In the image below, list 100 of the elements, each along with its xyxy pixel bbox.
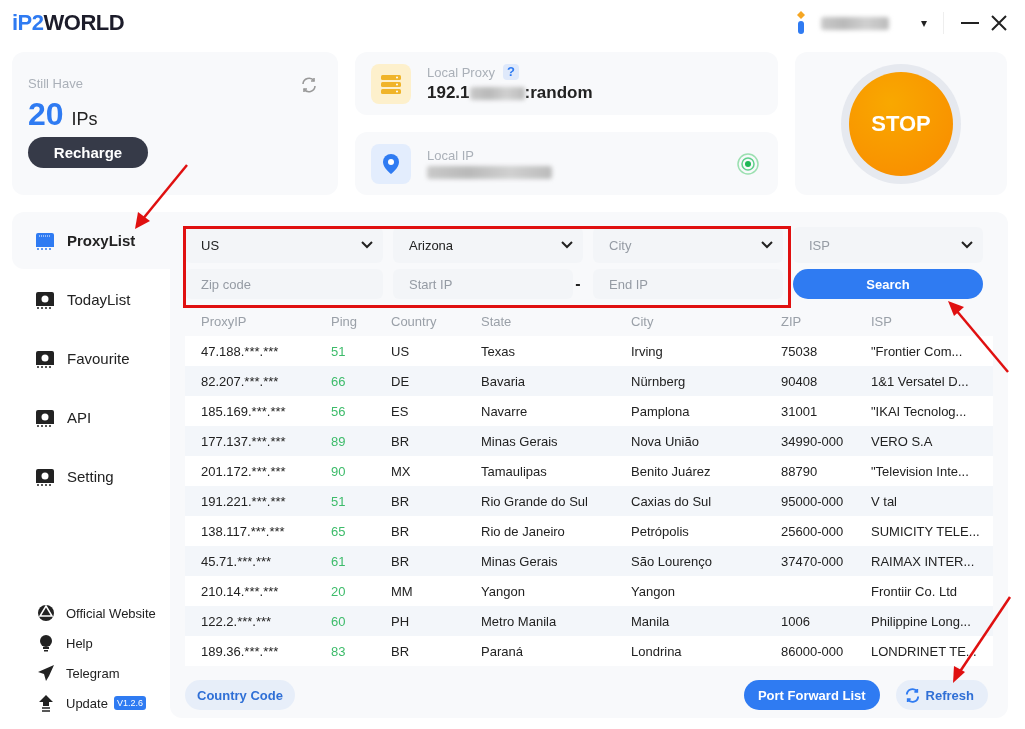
table-cell-text: Navarre xyxy=(481,403,529,419)
blurred-username xyxy=(821,16,889,30)
table-cell-text: 185.169.***.*** xyxy=(201,403,287,419)
range-dash: - xyxy=(574,275,582,293)
table-cell-text: "Television Inte... xyxy=(871,463,970,479)
table-cell-text: Caxias do Sul xyxy=(631,493,713,509)
sidebar-item[interactable]: Favourite xyxy=(12,330,170,387)
recharge-button[interactable]: Recharge xyxy=(28,137,148,168)
account-dropdown[interactable]: ▾ xyxy=(921,16,927,30)
table-cell-text: 210.14.***.*** xyxy=(201,583,280,599)
refresh-button[interactable]: Refresh xyxy=(895,680,988,710)
refresh-icon xyxy=(903,686,921,704)
start-ip-field[interactable]: Start IP xyxy=(393,269,573,299)
table-cell-text: 83 xyxy=(331,643,347,659)
country-code-button[interactable]: Country Code xyxy=(185,680,295,710)
table-cell-text: 66 xyxy=(331,373,347,389)
sidebar-link[interactable]: Update xyxy=(12,694,108,712)
table-cell-text: Rio Grande do Sul xyxy=(481,493,589,509)
zip-code-field[interactable]: Zip code xyxy=(185,269,383,299)
chevron-down-icon xyxy=(560,240,574,250)
table-cell-text: 1&1 Versatel D... xyxy=(871,373,970,389)
location-pin-icon xyxy=(382,152,400,175)
dropdown-field[interactable]: US xyxy=(185,227,383,263)
table-cell-text: Yangon xyxy=(631,583,676,599)
local-proxy-label: Local Proxy xyxy=(427,64,495,80)
table-cell-text: Rio de Janeiro xyxy=(481,523,566,539)
end-ip-field[interactable]: End IP xyxy=(593,269,783,299)
table-cell-text: 177.137.***.*** xyxy=(201,433,287,449)
proxy-address-start: 192.1 xyxy=(427,83,470,103)
table-cell-text: 201.172.***.*** xyxy=(201,463,287,479)
version-badge: V1.2.6 xyxy=(113,696,146,710)
card-icon xyxy=(35,467,55,486)
table-cell-text: Minas Gerais xyxy=(481,433,559,449)
blurred-address xyxy=(469,86,525,100)
table-cell-text: Minas Gerais xyxy=(481,553,559,569)
table-cell-text: Londrina xyxy=(631,643,683,659)
table-cell-text: Petrópolis xyxy=(631,523,690,539)
table-cell-text: Tamaulipas xyxy=(481,463,548,479)
table-cell-text: 95000-000 xyxy=(781,493,845,509)
sidebar-link[interactable]: Help xyxy=(12,634,93,652)
table-cell-text: 51 xyxy=(331,493,347,509)
table-cell-text: 88790 xyxy=(781,463,819,479)
table-cell-text: Paraná xyxy=(481,643,524,659)
table-cell-text: 65 xyxy=(331,523,347,539)
table-cell-text: 191.221.***.*** xyxy=(201,493,287,509)
upload-icon xyxy=(37,694,55,712)
table-cell-text: Benito Juárez xyxy=(631,463,712,479)
table-cell-text: 89 xyxy=(331,433,347,449)
table-cell-text: SUMICITY TELE... xyxy=(871,523,981,539)
card-icon xyxy=(35,408,55,427)
table-cell-text: DE xyxy=(391,373,411,389)
column-header: City xyxy=(631,313,655,329)
close-icon[interactable] xyxy=(990,14,1008,32)
table-cell-text: 90408 xyxy=(781,373,819,389)
table-cell-text: 56 xyxy=(331,403,347,419)
table-cell-text: PH xyxy=(391,613,411,629)
table-cell-text: VERO S.A xyxy=(871,433,934,449)
table-cell-text: "Frontier Com... xyxy=(871,343,964,359)
sidebar-item[interactable]: ProxyList xyxy=(12,212,170,269)
table-cell-text: Philippine Long... xyxy=(871,613,972,629)
table-cell-text: Nürnberg xyxy=(631,373,687,389)
table-cell-text: BR xyxy=(391,493,411,509)
sidebar-item[interactable]: Setting xyxy=(12,448,170,505)
table-cell-text: Texas xyxy=(481,343,516,359)
table-cell-text: 61 xyxy=(331,553,347,569)
table-cell-text: 60 xyxy=(331,613,347,629)
table-cell-text: 45.71.***.*** xyxy=(201,553,273,569)
server-icon xyxy=(380,72,402,95)
dropdown-field[interactable]: Arizona xyxy=(393,227,583,263)
table-cell-text: 25600-000 xyxy=(781,523,845,539)
table-cell-text: 47.188.***.*** xyxy=(201,343,280,359)
signal-icon xyxy=(736,152,760,176)
annotation-arrow xyxy=(135,164,188,229)
table-cell-text: 75038 xyxy=(781,343,819,359)
refresh-icon[interactable] xyxy=(300,76,318,94)
sidebar-link[interactable]: Official Website xyxy=(12,604,156,622)
table-cell-text: 20 xyxy=(331,583,347,599)
table-cell-text: Metro Manila xyxy=(481,613,558,629)
table-cell-text: V tal xyxy=(871,493,898,509)
table-cell-text: BR xyxy=(391,433,411,449)
column-header: ZIP xyxy=(781,313,803,329)
chevron-down-icon xyxy=(760,240,774,250)
column-header: Ping xyxy=(331,313,359,329)
chevron-down-icon xyxy=(360,240,374,250)
table-cell-text: 90 xyxy=(331,463,347,479)
column-header: State xyxy=(481,313,513,329)
column-header: Country xyxy=(391,313,438,329)
table-cell-text: Bavaria xyxy=(481,373,527,389)
search-button[interactable]: Search xyxy=(793,269,983,299)
column-header: ProxyIP xyxy=(201,313,248,329)
ip-unit: IPs xyxy=(71,109,98,130)
column-header: ISP xyxy=(871,313,893,329)
table-cell-text: BR xyxy=(391,523,411,539)
table-cell-text: 37470-000 xyxy=(781,553,845,569)
table-cell-text: 138.117.***.*** xyxy=(201,523,286,539)
sidebar-link[interactable]: Telegram xyxy=(12,664,120,682)
port-forward-list-button[interactable]: Port Forward List xyxy=(743,680,880,710)
table-cell-text: 51 xyxy=(331,343,347,359)
sidebar-item[interactable]: API xyxy=(12,389,170,446)
sidebar-item[interactable]: TodayList xyxy=(12,271,170,328)
